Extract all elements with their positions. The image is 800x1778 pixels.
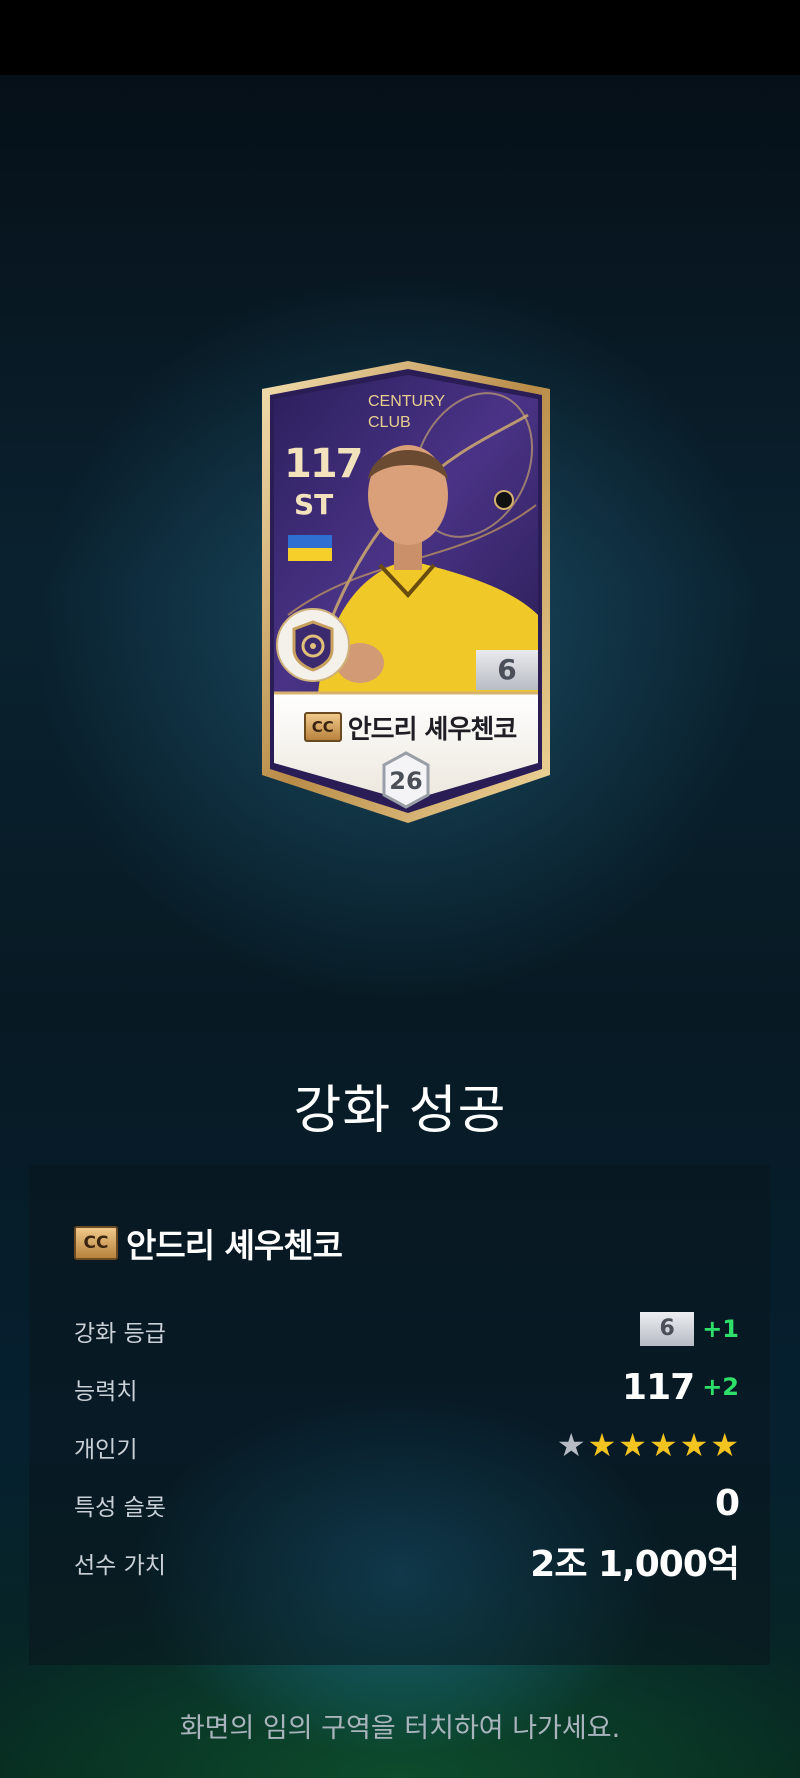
card-player-name: CC 안드리 셰우첸코 xyxy=(286,707,534,747)
row-player-value: 선수 가치 2조 1,000억 xyxy=(74,1536,740,1586)
player-card: CENTURY CLUB 117 ST 6 CC 안드리 셰우첸코 26 xyxy=(258,355,554,827)
season-badge-icon: CC xyxy=(303,712,342,742)
row-trait-slots: 특성 슬롯 0 xyxy=(74,1478,740,1528)
card-season-line1: CENTURY xyxy=(368,393,446,410)
season-badge-icon: CC xyxy=(74,1226,118,1260)
result-title: 강화 성공 xyxy=(293,1081,507,1141)
enhance-level-badge: 6 xyxy=(640,1312,695,1346)
exit-hint: 화면의 임의 구역을 터치하여 나가세요. xyxy=(179,1713,621,1744)
panel-player-name: CC 안드리 셰우첸코 xyxy=(74,1219,343,1267)
row-label: 능력치 xyxy=(74,1379,138,1405)
star-filled-icon: ★ xyxy=(587,1426,617,1464)
card-player-name-text: 안드리 셰우첸코 xyxy=(347,714,517,745)
enhance-delta: +1 xyxy=(702,1315,739,1343)
panel-player-name-text: 안드리 셰우첸코 xyxy=(126,1226,343,1265)
row-skill-moves: 개인기 ★ ★ ★ ★ ★ ★ xyxy=(74,1420,739,1470)
player-value: 2조 1,000억 xyxy=(530,1544,740,1585)
card-position: ST xyxy=(294,488,334,521)
century-club-emblem-icon xyxy=(276,608,350,682)
star-empty-icon: ★ xyxy=(556,1426,586,1464)
star-filled-icon: ★ xyxy=(618,1426,647,1464)
trait-slot-value: 0 xyxy=(714,1482,740,1524)
ovr-delta: +2 xyxy=(702,1373,739,1401)
row-ovr: 능력치 117 +2 xyxy=(74,1362,739,1412)
card-enhance-level: 6 xyxy=(476,650,538,690)
row-label: 선수 가치 xyxy=(74,1553,166,1579)
card-ovr: 117 xyxy=(284,441,363,487)
ovr-value: 117 xyxy=(622,1366,695,1408)
card-jersey-number: 26 xyxy=(380,753,432,809)
skill-stars: ★ ★ ★ ★ ★ ★ xyxy=(557,1426,739,1464)
card-season-label: CENTURY CLUB xyxy=(368,391,445,433)
star-filled-icon: ★ xyxy=(679,1426,709,1464)
row-label: 특성 슬롯 xyxy=(74,1495,166,1521)
row-label: 강화 등급 xyxy=(74,1321,166,1347)
card-season-line2: CLUB xyxy=(368,414,411,431)
result-panel: CC 안드리 셰우첸코 강화 등급 6 +1 능력치 117 +2 개인기 ★ ★… xyxy=(29,1165,770,1665)
star-filled-icon: ★ xyxy=(710,1426,739,1464)
row-label: 개인기 xyxy=(74,1437,138,1463)
star-filled-icon: ★ xyxy=(648,1426,678,1464)
row-enhance-grade: 강화 등급 6 +1 xyxy=(74,1304,739,1354)
card-jersey-number-text: 26 xyxy=(389,767,423,795)
ukraine-flag-icon xyxy=(288,535,332,561)
